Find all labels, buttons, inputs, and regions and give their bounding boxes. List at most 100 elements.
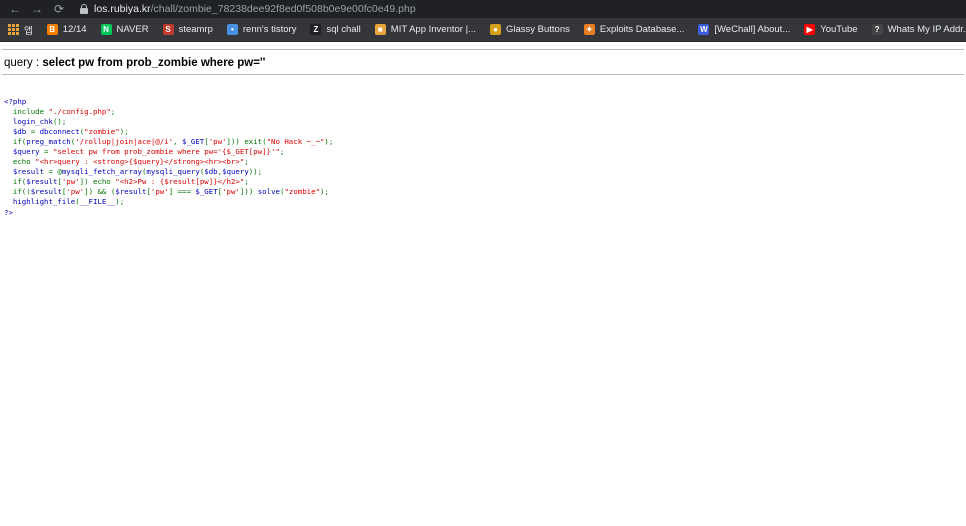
divider-top — [2, 49, 964, 50]
source-line: highlight_file(__FILE__); — [4, 197, 124, 206]
forward-arrow-icon[interactable]: → — [26, 0, 48, 18]
code-token: <?php — [4, 97, 27, 106]
z-icon: Z — [310, 24, 322, 35]
bookmark-item[interactable]: B 12/14 — [46, 24, 87, 35]
code-token: ); — [324, 137, 334, 147]
code-token: solve — [257, 187, 280, 197]
divider-bottom — [2, 74, 964, 75]
bookmark-item[interactable]: ● Glassy Buttons — [489, 24, 570, 35]
bookmark-label: YouTube — [820, 24, 858, 35]
code-token: if( — [4, 137, 27, 147]
bookmarks-bar: 앱 B 12/14 N NAVER Ssteamrp • renn's tistory Zsql… — [0, 18, 966, 42]
code-token: if( — [4, 177, 27, 187]
code-token: login_chk — [4, 117, 53, 127]
bookmark-item[interactable]: ▶ YouTube — [804, 24, 858, 35]
bookmark-item[interactable]: Ssteamrp — [162, 24, 213, 35]
apps-grid-icon — [8, 24, 19, 35]
bookmark-item[interactable]: ? Whats My IP Addr... — [871, 24, 966, 35]
lock-icon[interactable] — [80, 4, 88, 14]
code-token: $result — [4, 167, 49, 177]
code-token: ; — [244, 157, 249, 167]
query-line: query : select pw from prob_zombie where… — [4, 57, 265, 69]
steam-icon: S — [162, 24, 174, 35]
code-token: ); — [320, 187, 329, 197]
code-token: ?> — [4, 207, 13, 217]
wechall-icon: W — [698, 24, 710, 35]
query-label: query : — [4, 57, 43, 69]
youtube-icon: ▶ — [804, 24, 816, 35]
code-token: ])) — [239, 187, 258, 197]
code-token: "zombie" — [84, 127, 120, 137]
bookmark-label: MIT App Inventor |... — [390, 24, 476, 35]
code-token: = — [44, 147, 53, 157]
code-token: preg_match — [26, 137, 71, 147]
code-token: 'pw' — [222, 187, 240, 197]
code-token: 'pw' — [66, 187, 85, 197]
bookmark-item[interactable]: ✦ Exploits Database... — [583, 24, 685, 35]
code-token: "select pw from prob_zombie where pw='{$… — [52, 147, 280, 157]
php-source-code: <?php include "./config.php"; login_chk(… — [4, 97, 333, 218]
bookmark-label: NAVER — [116, 24, 149, 35]
code-token: echo — [4, 157, 36, 167]
back-arrow-icon[interactable]: ← — [4, 0, 26, 18]
source-line: ?> — [4, 208, 13, 217]
bookmark-item[interactable]: • renn's tistory — [226, 24, 297, 35]
bookmark-label: sql chall — [326, 24, 361, 35]
bookmark-item[interactable]: Zsql chall — [310, 24, 361, 35]
code-token: dbconnect — [39, 127, 80, 137]
code-token: ; — [279, 147, 285, 157]
url-path: /chall/zombie_78238dee92f8ed0f508b0e9e00… — [150, 3, 416, 15]
bookmark-item[interactable]: ■ MIT App Inventor |... — [374, 24, 476, 35]
glassy-icon: ● — [489, 24, 501, 35]
code-token: $result — [30, 187, 62, 197]
source-line: $result = @mysqli_fetch_array(mysqli_que… — [4, 167, 262, 176]
code-token: ]) echo — [79, 177, 116, 187]
code-token: $db — [4, 127, 31, 137]
bookmark-label: Glassy Buttons — [505, 24, 570, 35]
source-line: login_chk(); — [4, 117, 66, 126]
code-token: = @ — [48, 167, 62, 177]
source-line: include "./config.php"; — [4, 107, 115, 116]
query-text: select pw from prob_zombie where pw='' — [42, 57, 266, 69]
bookmark-label: [WeChall] About... — [714, 24, 791, 35]
bookmark-label: Exploits Database... — [599, 24, 685, 35]
code-token: $db — [204, 167, 218, 177]
code-token: mysqli_fetch_array — [61, 167, 142, 177]
source-line: $query = "select pw from prob_zombie whe… — [4, 147, 284, 156]
bookmark-label: renn's tistory — [242, 24, 297, 35]
bookmark-label: 앱 — [24, 25, 33, 37]
code-token: ] === — [168, 187, 196, 197]
code-token: "<hr>query : <strong>{$query}</strong><h… — [35, 157, 245, 167]
code-token: (); — [52, 117, 67, 127]
code-token: "./config.php" — [48, 107, 111, 117]
source-line: <?php — [4, 97, 26, 106]
code-token: $query — [222, 167, 249, 177]
code-token: highlight_file — [4, 197, 76, 207]
code-token: $result — [26, 177, 58, 187]
code-token: ); — [115, 197, 125, 207]
bookmark-label: steamrp — [178, 24, 213, 35]
source-line: echo "<hr>query : <strong>{$query}</stro… — [4, 157, 249, 166]
page-content: query : select pw from prob_zombie where… — [0, 42, 966, 526]
source-line: if(preg_match('/rollup|join|ace|@/i', $_… — [4, 137, 333, 146]
bookmark-label: Whats My IP Addr... — [887, 24, 966, 35]
bookmark-item[interactable]: 앱 — [8, 23, 33, 37]
code-token: $query — [4, 147, 45, 157]
code-token: ); — [119, 127, 129, 137]
code-token: = — [30, 127, 40, 137]
naver-icon: N — [100, 24, 112, 35]
code-token: 'pw' — [61, 177, 80, 187]
code-token: __FILE__ — [79, 197, 116, 207]
bookmark-item[interactable]: W [WeChall] About... — [698, 24, 790, 35]
whatsmyip-icon: ? — [871, 24, 883, 35]
code-token: $_GET — [182, 137, 205, 147]
source-line: if(($result['pw']) && ($result['pw'] ===… — [4, 187, 329, 196]
url-field[interactable]: los.rubiya.kr/chall/zombie_78238dee92f8e… — [94, 3, 416, 15]
reload-icon[interactable]: ⟳ — [48, 0, 70, 18]
bookmark-item[interactable]: N NAVER — [100, 24, 149, 35]
code-token: mysqli_query — [146, 167, 200, 177]
code-token: 'pw' — [150, 187, 169, 197]
code-token: 'pw' — [208, 137, 227, 147]
source-line: if($result['pw']) echo "<h2>Pw : {$resul… — [4, 177, 249, 186]
code-token: "<h2>Pw : {$result[pw]}</h2>" — [115, 177, 245, 187]
